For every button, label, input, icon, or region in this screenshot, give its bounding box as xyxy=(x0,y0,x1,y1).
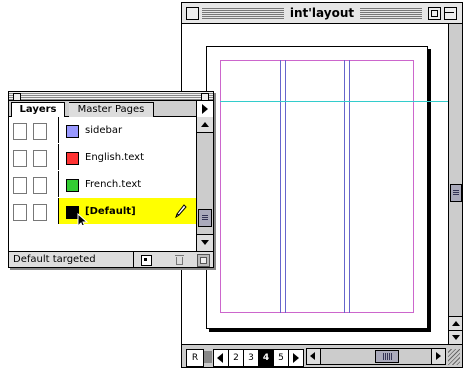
palette-drag-bar[interactable] xyxy=(9,92,213,101)
layer-color-swatch xyxy=(66,152,79,165)
title-stripes-left xyxy=(202,7,284,20)
pencil-icon xyxy=(175,204,187,218)
layer-name: English.text xyxy=(85,152,145,163)
layer-color-swatch xyxy=(66,179,79,192)
margin-guide xyxy=(220,60,414,313)
palette-collapse-box-icon[interactable] xyxy=(201,93,209,101)
palette-tab-bar: Layers Master Pages xyxy=(9,101,213,118)
scroll-up-arrow-icon[interactable] xyxy=(449,316,462,330)
title-stripes-right xyxy=(360,7,422,20)
layer-visibility-toggle[interactable] xyxy=(13,204,27,221)
collapse-box-icon[interactable] xyxy=(444,7,457,20)
tab-master-pages[interactable]: Master Pages xyxy=(69,102,154,118)
layer-name: sidebar xyxy=(85,125,123,136)
layer-name: French.text xyxy=(85,179,142,190)
column-guide xyxy=(285,60,286,313)
vertical-scroll-thumb[interactable] xyxy=(450,184,462,202)
palette-close-box-icon[interactable] xyxy=(13,93,21,101)
column-divider xyxy=(58,144,59,170)
pasteboard[interactable] xyxy=(182,24,448,344)
horizontal-scroll-thumb[interactable] xyxy=(375,350,399,363)
layer-row-empty xyxy=(9,225,196,252)
column-guide xyxy=(344,60,345,313)
palette-status-bar: Default targeted xyxy=(9,251,213,267)
layer-lock-toggle[interactable] xyxy=(33,123,47,140)
palette-menu-arrow-icon xyxy=(202,104,208,114)
layer-lock-toggle[interactable] xyxy=(33,204,47,221)
status-text: Default targeted xyxy=(13,254,96,265)
close-box-icon[interactable] xyxy=(186,7,199,20)
column-guide xyxy=(349,60,350,313)
tab-layers[interactable]: Layers xyxy=(11,102,65,118)
page-tab-4-selected[interactable]: 4 xyxy=(258,349,274,367)
layer-visibility-toggle[interactable] xyxy=(13,123,27,140)
document-window: int'layout R 2 3 4 5 xyxy=(181,2,463,368)
options-icon[interactable] xyxy=(197,254,210,267)
palette-scroll-up-arrow-icon[interactable] xyxy=(197,117,213,133)
document-page[interactable] xyxy=(206,46,428,329)
zoom-box-icon[interactable] xyxy=(428,7,441,20)
layer-name: [Default] xyxy=(85,206,136,217)
column-guide xyxy=(280,60,281,313)
page-tab-r[interactable]: R xyxy=(186,349,204,367)
document-title: int'layout xyxy=(288,5,356,21)
prev-page-icon[interactable] xyxy=(213,349,229,367)
document-horizontal-scrollbar[interactable] xyxy=(306,348,446,365)
scroll-down-arrow-icon[interactable] xyxy=(449,330,462,344)
layer-lock-toggle[interactable] xyxy=(33,150,47,167)
page-tab-2[interactable]: 2 xyxy=(228,349,244,367)
new-layer-icon[interactable] xyxy=(141,255,152,266)
layer-visibility-toggle[interactable] xyxy=(13,150,27,167)
layer-row-french-text[interactable]: French.text xyxy=(9,171,196,199)
layer-row-default[interactable]: [Default] xyxy=(9,198,196,229)
trash-icon[interactable] xyxy=(175,254,184,265)
page-separator xyxy=(204,351,212,363)
document-title-bar[interactable]: int'layout xyxy=(182,3,462,24)
scroll-right-arrow-icon[interactable] xyxy=(431,349,445,364)
palette-scroll-down-arrow-icon[interactable] xyxy=(197,234,213,251)
layer-visibility-toggle[interactable] xyxy=(13,177,27,194)
page-tab-5[interactable]: 5 xyxy=(273,349,289,367)
layers-palette: Layers Master Pages sidebar English.text… xyxy=(8,91,214,268)
palette-scroll-thumb[interactable] xyxy=(198,209,212,227)
column-divider xyxy=(58,171,59,197)
layer-color-swatch xyxy=(66,125,79,138)
palette-menu-button[interactable] xyxy=(196,101,213,117)
next-page-icon[interactable] xyxy=(288,349,304,367)
document-vertical-scrollbar[interactable] xyxy=(448,24,462,344)
palette-vertical-scrollbar[interactable] xyxy=(196,117,213,251)
layer-row-sidebar[interactable]: sidebar xyxy=(9,117,196,145)
column-divider xyxy=(58,117,59,143)
layer-row-english-text[interactable]: English.text xyxy=(9,144,196,172)
layer-lock-toggle[interactable] xyxy=(33,177,47,194)
resize-grip-icon[interactable] xyxy=(448,349,460,365)
scroll-left-arrow-icon[interactable] xyxy=(307,349,321,364)
page-navigation-bar: R 2 3 4 5 xyxy=(182,344,462,367)
ruler-guide[interactable] xyxy=(220,101,448,102)
page-tab-3[interactable]: 3 xyxy=(243,349,259,367)
